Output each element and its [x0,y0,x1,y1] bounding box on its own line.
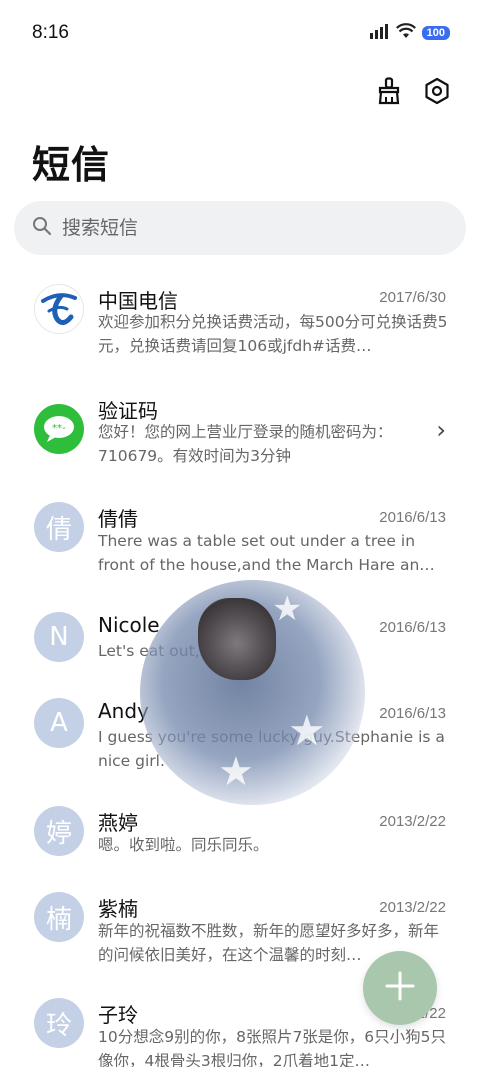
conversation-name: 紫楠 [98,897,138,921]
avatar: 楠 [34,892,84,942]
brush-icon [376,77,402,109]
conversation-date: 2016/6/13 [379,619,446,636]
conversation-name: Andy [98,699,149,723]
avatar: A [34,698,84,748]
settings-hexagon-icon [423,77,451,109]
plus-icon [383,969,417,1007]
avatar: 玲 [34,998,84,1048]
conversation-preview: There was a table set out under a tree i… [98,532,435,574]
status-time: 8:16 [32,22,69,43]
message-bubble-icon: **- [34,404,84,454]
avatar: N [34,612,84,662]
conversation-date: 2016/6/13 [379,705,446,722]
conversation-preview: I guess you're some lucky guy.Stephanie … [98,728,445,770]
conversation-name: Nicole [98,613,160,637]
search-input[interactable] [62,217,442,239]
conversation-preview: 嗯。收到啦。同乐同乐。 [98,836,269,854]
conversation-name: 燕婷 [98,811,138,835]
page-title: 短信 [32,143,111,187]
avatar: 婷 [34,806,84,856]
conversation-date: 2017/6/30 [379,289,446,306]
conversation-date: 2016/6/13 [379,509,446,526]
clean-button[interactable] [374,77,404,109]
status-bar: 8:16 100 [0,0,480,68]
svg-text:**-: **- [52,423,66,434]
avatar: 倩 [34,502,84,552]
toolbar [374,77,452,109]
conversation-preview: 欢迎参加积分兑换话费活动，每500分可兑换话费5元，兑换话费请回复106或jfd… [98,313,448,355]
conversation-name: 子玲 [98,1003,138,1027]
star-icon: ★ [272,589,303,629]
conversation-preview: 您好！您的网上营业厅登录的随机密码为：710679。有效时间为3分钟 [98,423,393,465]
signal-icon [369,23,390,43]
status-icons: 100 [369,23,450,43]
battery-indicator: 100 [421,26,450,40]
conversation-preview: 10分想念9别的你，8张照片7张是你，6只小狗5只像你，4根骨头3根归你，2爪着… [98,1028,447,1067]
chevron-right-icon[interactable]: › [436,416,446,444]
conversation-preview: Let's eat out,shall we? [98,642,271,660]
wifi-icon [395,23,416,43]
conversation-name: 倩倩 [98,507,138,531]
conversation-date: 2013/2/22 [379,813,446,830]
search-icon [32,216,52,240]
conversation-date: 2013/2/22 [379,899,446,916]
search-bar[interactable] [14,201,466,255]
telecom-logo [34,284,84,334]
settings-button[interactable] [422,77,452,109]
new-message-button[interactable] [363,951,437,1025]
